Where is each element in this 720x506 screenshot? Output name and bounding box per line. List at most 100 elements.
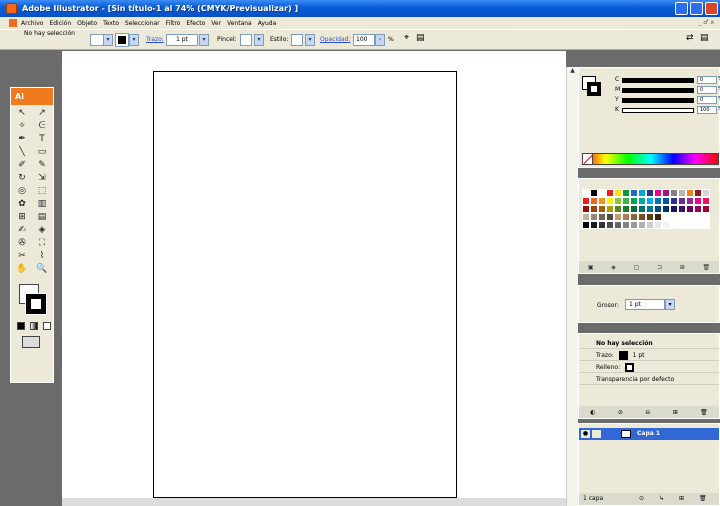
live-paint-tool-icon[interactable]: ✇ — [12, 237, 32, 250]
panel-menu-icon[interactable]: ▤ — [700, 33, 709, 43]
stroke-weight-field[interactable]: 1 pt — [625, 299, 665, 310]
swatch[interactable] — [670, 205, 678, 213]
swatch[interactable] — [582, 197, 590, 205]
swatch[interactable] — [598, 213, 606, 221]
close-button[interactable] — [705, 2, 718, 15]
appearance-stroke-swatch[interactable] — [618, 351, 628, 360]
swatch[interactable] — [582, 221, 590, 229]
vertical-scrollbar[interactable]: ▲ — [566, 67, 578, 506]
document-canvas[interactable] — [62, 51, 566, 498]
free-transform-tool-icon[interactable]: ⬚ — [32, 185, 52, 198]
swatch[interactable] — [662, 197, 670, 205]
swatch[interactable] — [590, 213, 598, 221]
swatch[interactable] — [590, 197, 598, 205]
swatch[interactable] — [678, 205, 686, 213]
color-mode-icon[interactable] — [17, 322, 25, 330]
screen-mode-button[interactable] — [22, 336, 40, 348]
swatch[interactable] — [654, 189, 662, 197]
add-new-effect-icon[interactable]: ◐ — [590, 409, 595, 416]
layer-row[interactable]: ● Capa 1 — [579, 428, 719, 440]
eyedropper-tool-icon[interactable]: ✍ — [12, 224, 32, 237]
artboard[interactable] — [153, 71, 457, 498]
swatch[interactable] — [654, 197, 662, 205]
gradient-tool-icon[interactable]: ▤ — [32, 211, 52, 224]
symbol-sprayer-tool-icon[interactable]: ✿ — [12, 198, 32, 211]
swatch[interactable] — [670, 197, 678, 205]
style-dropdown[interactable] — [291, 34, 303, 46]
menu-ayuda[interactable]: Ayuda — [258, 20, 277, 27]
opacity-arrow[interactable]: › — [375, 34, 385, 46]
swatch[interactable] — [622, 221, 630, 229]
swatch[interactable] — [678, 197, 686, 205]
swatch[interactable] — [662, 205, 670, 213]
fill-dropdown-arrow[interactable]: ▾ — [103, 34, 113, 46]
scale-tool-icon[interactable]: ⇲ — [32, 172, 52, 185]
workspace-icon[interactable]: ⇄ — [686, 33, 694, 43]
magic-wand-tool-icon[interactable]: ✧ — [12, 120, 32, 133]
warp-tool-icon[interactable]: ◎ — [12, 185, 32, 198]
layer-name[interactable]: Capa 1 — [637, 428, 660, 440]
black-slider[interactable]: K 100 % — [615, 106, 720, 115]
swatch[interactable] — [622, 197, 630, 205]
menu-edicion[interactable]: Edición — [49, 20, 71, 27]
swatch[interactable] — [630, 205, 638, 213]
paintbrush-tool-icon[interactable]: ✐ — [12, 159, 32, 172]
swatch[interactable] — [598, 205, 606, 213]
swatch[interactable] — [678, 221, 686, 229]
swatch[interactable] — [662, 213, 670, 221]
menu-efecto[interactable]: Efecto — [186, 20, 205, 27]
swatch[interactable] — [702, 197, 710, 205]
swatch[interactable] — [686, 213, 694, 221]
swatch[interactable] — [614, 213, 622, 221]
menu-seleccionar[interactable]: Seleccionar — [125, 20, 160, 27]
document-window-controls[interactable]: _ ♂ x — [698, 19, 714, 26]
swatch-options-icon[interactable]: ▢ — [634, 264, 640, 271]
swatch[interactable] — [686, 189, 694, 197]
zoom-tool-icon[interactable]: 🔍 — [32, 263, 52, 276]
graph-tool-icon[interactable]: ▥ — [32, 198, 52, 211]
swatch[interactable] — [614, 197, 622, 205]
swatch[interactable] — [606, 213, 614, 221]
scissors-tool-icon[interactable]: ⌇ — [32, 250, 52, 263]
appearance-fill-swatch[interactable] — [625, 363, 635, 372]
menu-archivo[interactable]: Archivo — [21, 20, 43, 27]
menu-filtro[interactable]: Filtro — [166, 20, 181, 27]
swatch[interactable] — [686, 221, 694, 229]
swatch[interactable] — [694, 197, 702, 205]
lasso-tool-icon[interactable]: ᕮ — [32, 120, 52, 133]
maximize-button[interactable] — [690, 2, 703, 15]
swatch[interactable] — [662, 221, 670, 229]
cyan-slider[interactable]: C 0 % — [615, 76, 720, 85]
fill-color-dropdown[interactable] — [90, 34, 104, 46]
swatch[interactable] — [670, 213, 678, 221]
swatch[interactable] — [614, 205, 622, 213]
menu-objeto[interactable]: Objeto — [77, 20, 97, 27]
swatch[interactable] — [646, 189, 654, 197]
duplicate-item-icon[interactable]: ⊞ — [673, 409, 678, 416]
delete-layer-icon[interactable]: 🗑 — [699, 493, 707, 505]
swatch[interactable] — [582, 189, 590, 197]
stroke-weight-arrow[interactable]: ▾ — [199, 34, 209, 46]
swatch[interactable] — [646, 221, 654, 229]
reduce-to-basic-icon[interactable]: ⊖ — [645, 409, 650, 416]
swatch[interactable] — [582, 205, 590, 213]
swatch[interactable] — [694, 205, 702, 213]
swatch[interactable] — [638, 197, 646, 205]
swatch[interactable] — [646, 213, 654, 221]
swatch[interactable] — [606, 197, 614, 205]
swatch[interactable] — [670, 221, 678, 229]
appearance-stroke-row[interactable]: Trazo: 1 pt — [579, 350, 719, 361]
layer-visibility-icon[interactable]: ● — [581, 430, 590, 438]
direct-selection-tool-icon[interactable]: ↗ — [32, 107, 52, 120]
swatch[interactable] — [614, 189, 622, 197]
gradient-mode-icon[interactable] — [30, 322, 38, 330]
line-tool-icon[interactable]: ╲ — [12, 146, 32, 159]
document-setup-icon[interactable]: ▤ — [416, 33, 425, 43]
swatch[interactable] — [638, 205, 646, 213]
swatch[interactable] — [622, 189, 630, 197]
swatch[interactable] — [662, 189, 670, 197]
swatch[interactable] — [622, 213, 630, 221]
swatch[interactable] — [598, 221, 606, 229]
appearance-fill-row[interactable]: Relleno: — [579, 362, 719, 373]
swatch[interactable] — [590, 189, 598, 197]
